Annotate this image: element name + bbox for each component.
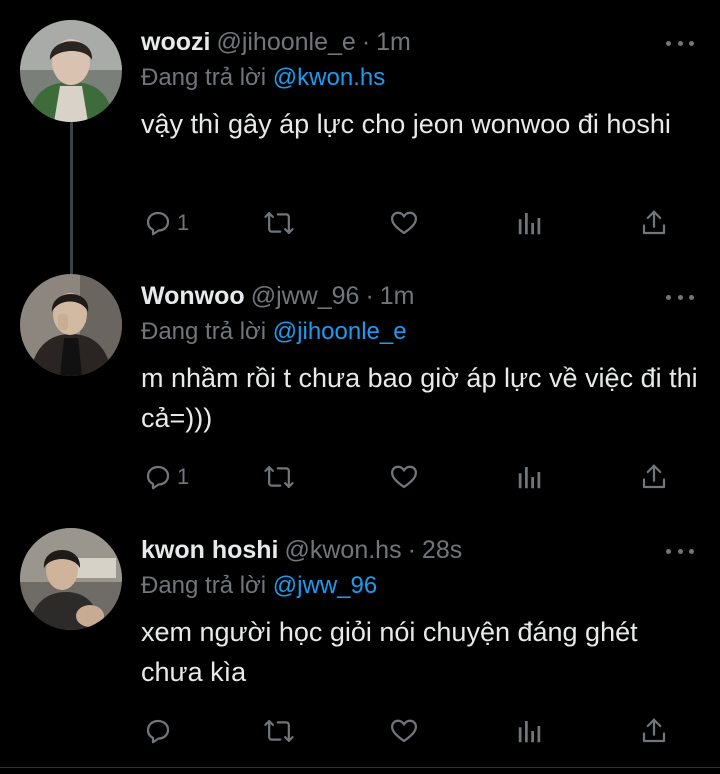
user-handle[interactable]: @kwon.hs xyxy=(285,536,402,565)
display-name[interactable]: Wonwoo xyxy=(141,282,245,311)
tweet-header: Wonwoo @jww_96 · 1m xyxy=(141,282,415,312)
retweet-icon xyxy=(264,212,294,234)
retweet-icon xyxy=(264,466,294,488)
replying-to-mention[interactable]: @jww_96 xyxy=(273,572,377,599)
heart-icon xyxy=(391,465,417,489)
reply-icon xyxy=(146,211,170,236)
heart-icon xyxy=(391,719,417,743)
separator-dot: · xyxy=(361,28,371,56)
tweet-text: xem người học giỏi nói chuyện đáng ghét … xyxy=(141,617,638,687)
more-icon[interactable] xyxy=(666,546,694,556)
user-handle[interactable]: @jihoonle_e xyxy=(216,28,355,57)
reply-button[interactable]: 1 xyxy=(143,206,189,240)
more-icon[interactable] xyxy=(666,38,694,48)
reply-icon xyxy=(146,719,170,744)
share-icon xyxy=(642,210,666,235)
separator-dot: · xyxy=(407,536,416,564)
tweet-wonwoo[interactable]: Wonwoo @jww_96 · 1m Đang trả lời @jihoon… xyxy=(0,274,720,508)
avatar[interactable] xyxy=(20,274,122,376)
share-button[interactable] xyxy=(639,714,669,748)
timestamp[interactable]: 1m xyxy=(380,282,415,311)
divider xyxy=(0,767,720,768)
replying-to: Đang trả lời @jww_96 xyxy=(141,572,377,600)
reply-button[interactable] xyxy=(143,714,177,748)
tweet-text: vậy thì gây áp lực cho jeon wonwoo đi ho… xyxy=(141,109,671,139)
retweet-button[interactable] xyxy=(263,460,299,494)
tweet-actions xyxy=(141,714,681,748)
replying-to: Đang trả lời @jihoonle_e xyxy=(141,318,407,346)
analytics-icon xyxy=(518,213,541,235)
reply-count: 1 xyxy=(177,210,190,235)
replying-to-mention[interactable]: @kwon.hs xyxy=(273,64,385,91)
user-handle[interactable]: @jww_96 xyxy=(251,282,360,311)
heart-icon xyxy=(391,211,417,235)
tweet-actions: 1 xyxy=(141,460,681,494)
retweet-button[interactable] xyxy=(263,206,299,240)
views-button[interactable] xyxy=(515,714,545,748)
like-button[interactable] xyxy=(389,714,423,748)
views-button[interactable] xyxy=(515,460,545,494)
tweet-actions: 1 xyxy=(141,206,681,240)
views-button[interactable] xyxy=(515,206,545,240)
tweet-kwon-hoshi[interactable]: kwon hoshi @kwon.hs · 28s Đang trả lời @… xyxy=(0,528,720,762)
share-icon xyxy=(642,464,666,489)
avatar[interactable] xyxy=(20,528,122,630)
tweet-header: woozi @jihoonle_e · 1m xyxy=(141,28,411,58)
timestamp[interactable]: 1m xyxy=(376,28,411,57)
analytics-icon xyxy=(518,467,541,489)
reply-count: 1 xyxy=(177,464,190,489)
replying-to-label: Đang trả lời xyxy=(141,64,267,91)
share-button[interactable] xyxy=(639,206,669,240)
display-name[interactable]: woozi xyxy=(141,28,210,57)
like-button[interactable] xyxy=(389,460,423,494)
tweet-text: m nhầm rồi t chưa bao giờ áp lực về việc… xyxy=(141,363,698,433)
replying-to-label: Đang trả lời xyxy=(141,572,267,599)
share-button[interactable] xyxy=(639,460,669,494)
timestamp[interactable]: 28s xyxy=(422,536,462,565)
share-icon xyxy=(642,718,666,743)
retweet-icon xyxy=(264,720,294,742)
like-button[interactable] xyxy=(389,206,423,240)
reply-icon xyxy=(146,465,170,490)
tweet-header: kwon hoshi @kwon.hs · 28s xyxy=(141,536,462,566)
separator-dot: · xyxy=(365,282,374,310)
replying-to-label: Đang trả lời xyxy=(141,318,267,345)
replying-to-mention[interactable]: @jihoonle_e xyxy=(273,318,407,345)
analytics-icon xyxy=(518,721,541,743)
replying-to: Đang trả lời @kwon.hs xyxy=(141,64,385,92)
avatar[interactable] xyxy=(20,20,122,122)
retweet-button[interactable] xyxy=(263,714,299,748)
more-icon[interactable] xyxy=(666,292,694,302)
tweet-woozi[interactable]: woozi @jihoonle_e · 1m Đang trả lời @kwo… xyxy=(0,20,720,254)
display-name[interactable]: kwon hoshi xyxy=(141,536,279,565)
reply-button[interactable]: 1 xyxy=(143,460,189,494)
